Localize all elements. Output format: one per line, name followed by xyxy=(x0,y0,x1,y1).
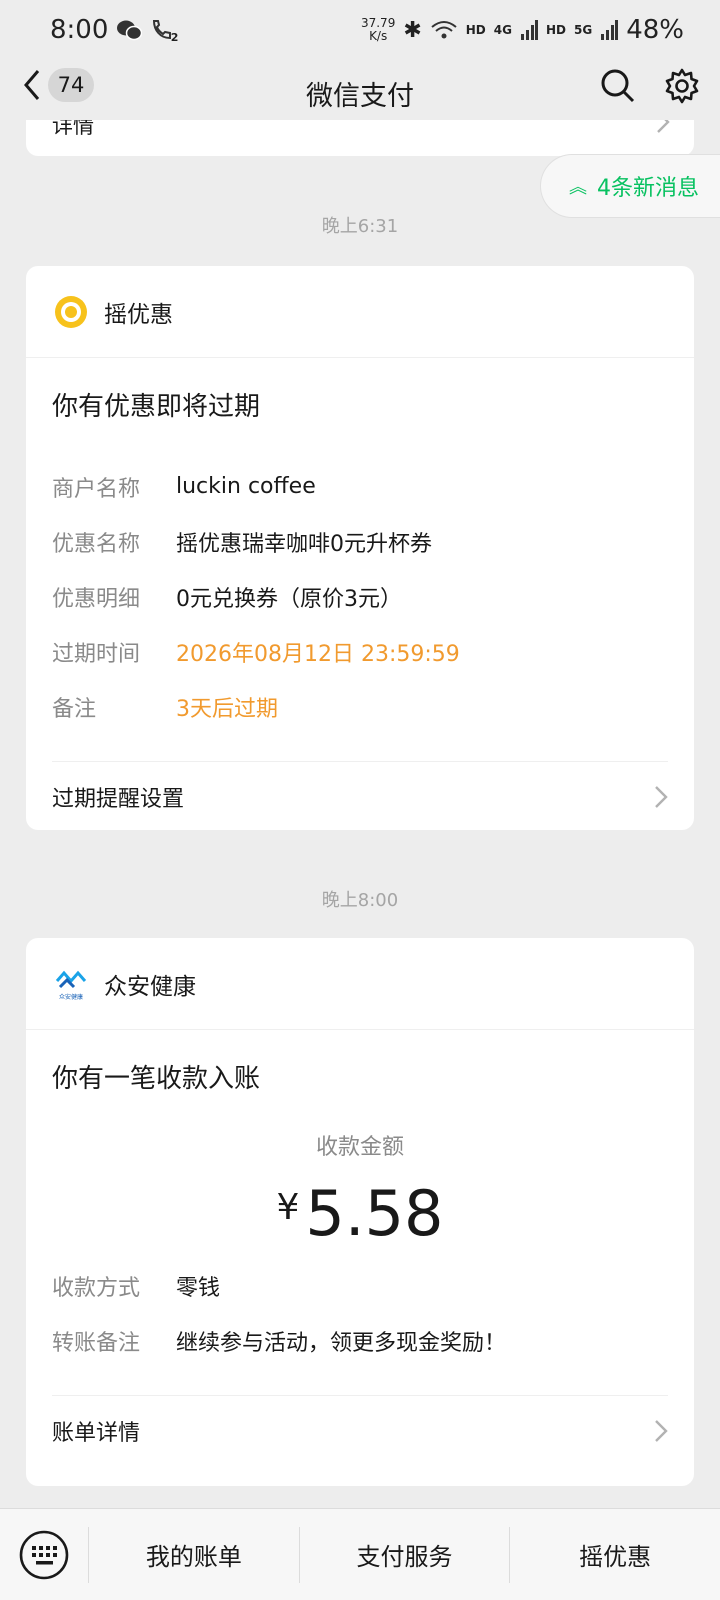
nav-bar: 74 微信支付 xyxy=(0,60,720,120)
hd-label-2: HD xyxy=(545,23,566,37)
expiry-reminder-settings-link[interactable]: 过期提醒设置 xyxy=(52,761,668,831)
call-forward-icon: 2 xyxy=(150,18,178,44)
net-speed: 37.79 K/s xyxy=(360,16,396,43)
status-bar: 8:00 2 37.79 K/s ✱ HD 4G HD 5G 48% xyxy=(0,0,720,60)
amount-label: 收款金额 xyxy=(315,1135,404,1160)
payment-received-card[interactable]: 众安健康 众安健康 你有一笔收款入账 收款金额 ¥5.58 收款方式 零钱 转账备… xyxy=(26,938,694,1486)
sim-badge: 2 xyxy=(170,31,179,44)
chevron-right-icon xyxy=(655,785,668,808)
battery-level: 48% xyxy=(626,15,684,45)
tab-payment-services[interactable]: 支付服务 xyxy=(298,1526,510,1583)
wifi-icon xyxy=(431,21,457,39)
double-chevron-up-icon: ︽ xyxy=(569,177,587,198)
bottom-menu-bar: 我的账单 支付服务 摇优惠 xyxy=(0,1508,720,1600)
new-messages-label: 4条新消息 xyxy=(597,176,699,201)
card1-title: 你有优惠即将过期 xyxy=(52,392,261,422)
wechat-icon xyxy=(117,20,143,41)
signal-icon-2 xyxy=(601,20,619,40)
network-4g: 4G xyxy=(493,23,512,37)
keyboard-icon[interactable] xyxy=(19,1530,69,1580)
search-icon[interactable] xyxy=(600,68,636,104)
gear-icon[interactable] xyxy=(664,68,700,104)
currency-symbol: ¥ xyxy=(276,1187,300,1228)
card2-title: 你有一笔收款入账 xyxy=(52,1064,261,1094)
status-time: 8:00 xyxy=(50,15,109,45)
tab-my-bills[interactable]: 我的账单 xyxy=(88,1526,299,1583)
tab-shake-coupons[interactable]: 摇优惠 xyxy=(509,1526,720,1583)
timestamp-1: 晚上6:31 xyxy=(321,216,399,237)
bluetooth-icon: ✱ xyxy=(403,17,422,43)
svg-text:众安健康: 众安健康 xyxy=(59,993,83,1001)
network-5g: 5G xyxy=(574,23,593,37)
detail-row: 优惠明细 0元兑换券（原价3元） xyxy=(52,586,402,612)
timestamp-2: 晚上8:00 xyxy=(321,890,399,911)
coupon-expiry-card[interactable]: 摇优惠 你有优惠即将过期 商户名称 luckin coffee 优惠名称 摇优惠瑞幸… xyxy=(26,266,694,830)
detail-row: 备注 3天后过期 xyxy=(52,696,278,722)
card1-brand: 摇优惠 xyxy=(104,301,173,328)
detail-row: 转账备注 继续参与活动，领更多现金奖励！ xyxy=(52,1330,507,1356)
detail-row: 收款方式 零钱 xyxy=(52,1275,221,1301)
card2-brand: 众安健康 xyxy=(104,973,196,1000)
detail-row: 优惠名称 摇优惠瑞幸咖啡0元升杯券 xyxy=(52,531,432,557)
shake-coupon-logo-icon xyxy=(55,295,87,328)
signal-icon-1 xyxy=(520,20,538,40)
bill-details-link[interactable]: 账单详情 xyxy=(52,1395,668,1465)
new-messages-button[interactable]: ︽ 4条新消息 xyxy=(540,154,720,218)
amount-value: ¥5.58 xyxy=(276,1177,444,1250)
hd-label-1: HD xyxy=(465,23,486,37)
zhongan-health-logo-icon: 众安健康 xyxy=(55,970,87,1001)
detail-row: 商户名称 luckin coffee xyxy=(52,474,316,502)
detail-row: 过期时间 2026年08月12日 23:59:59 xyxy=(52,641,460,667)
chevron-right-icon xyxy=(655,1419,668,1442)
